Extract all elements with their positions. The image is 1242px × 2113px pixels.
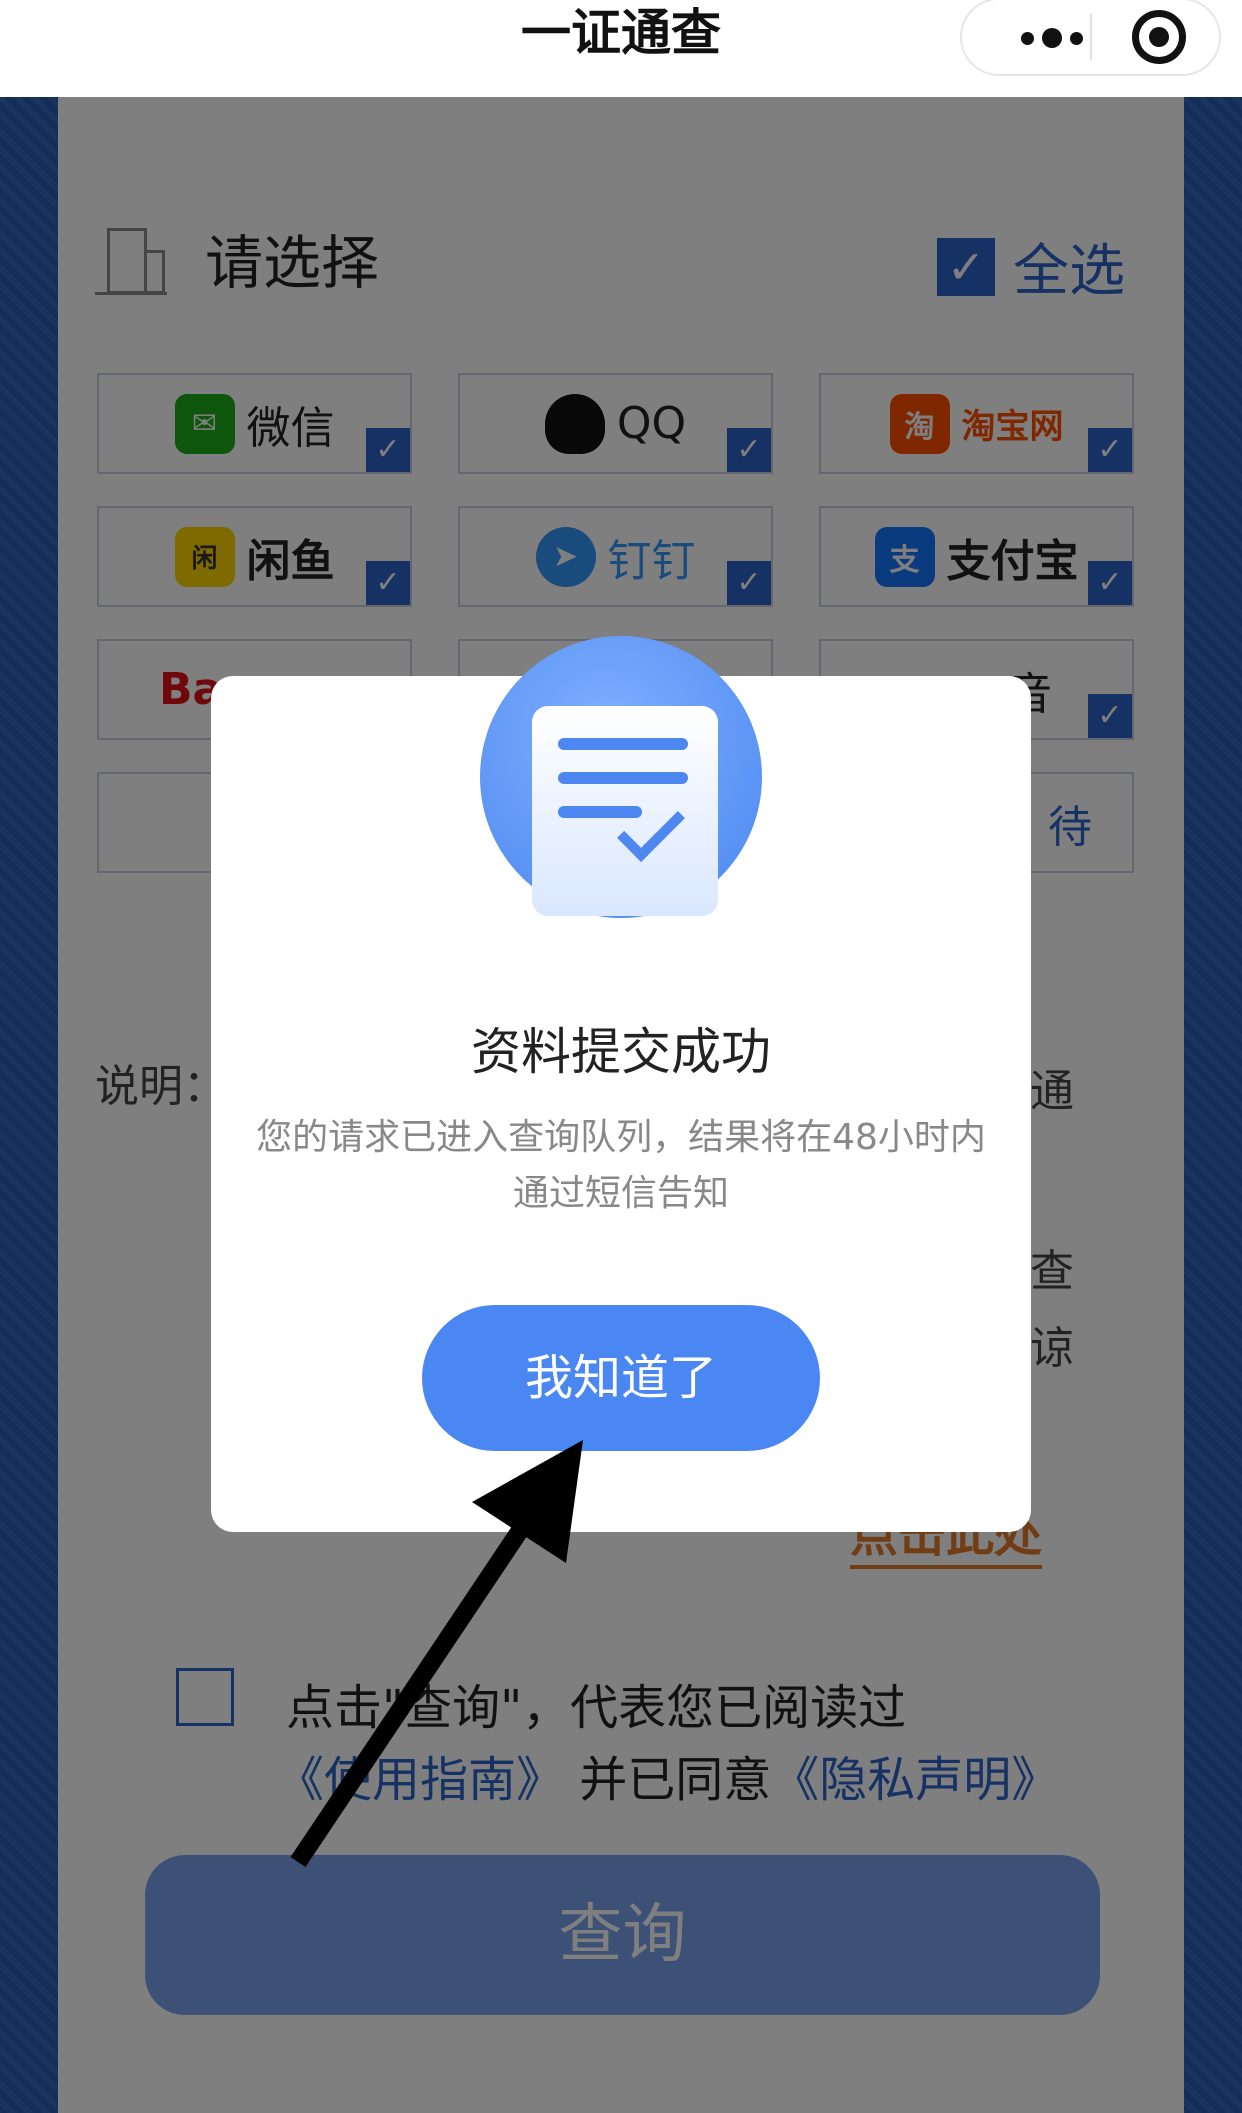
document-check-icon (480, 636, 762, 918)
acknowledge-button[interactable]: 我知道了 (422, 1305, 820, 1451)
dialog-title: 资料提交成功 (471, 1023, 771, 1081)
capsule-divider (1090, 14, 1092, 60)
more-icon[interactable] (1002, 20, 1102, 56)
dialog-message: 您的请求已进入查询队列，结果将在48小时内通过短信告知 (256, 1117, 986, 1214)
top-bar: 一证通查 (0, 0, 1242, 97)
mini-program-capsule (960, 0, 1221, 76)
close-miniprogram-icon[interactable] (1132, 10, 1186, 64)
